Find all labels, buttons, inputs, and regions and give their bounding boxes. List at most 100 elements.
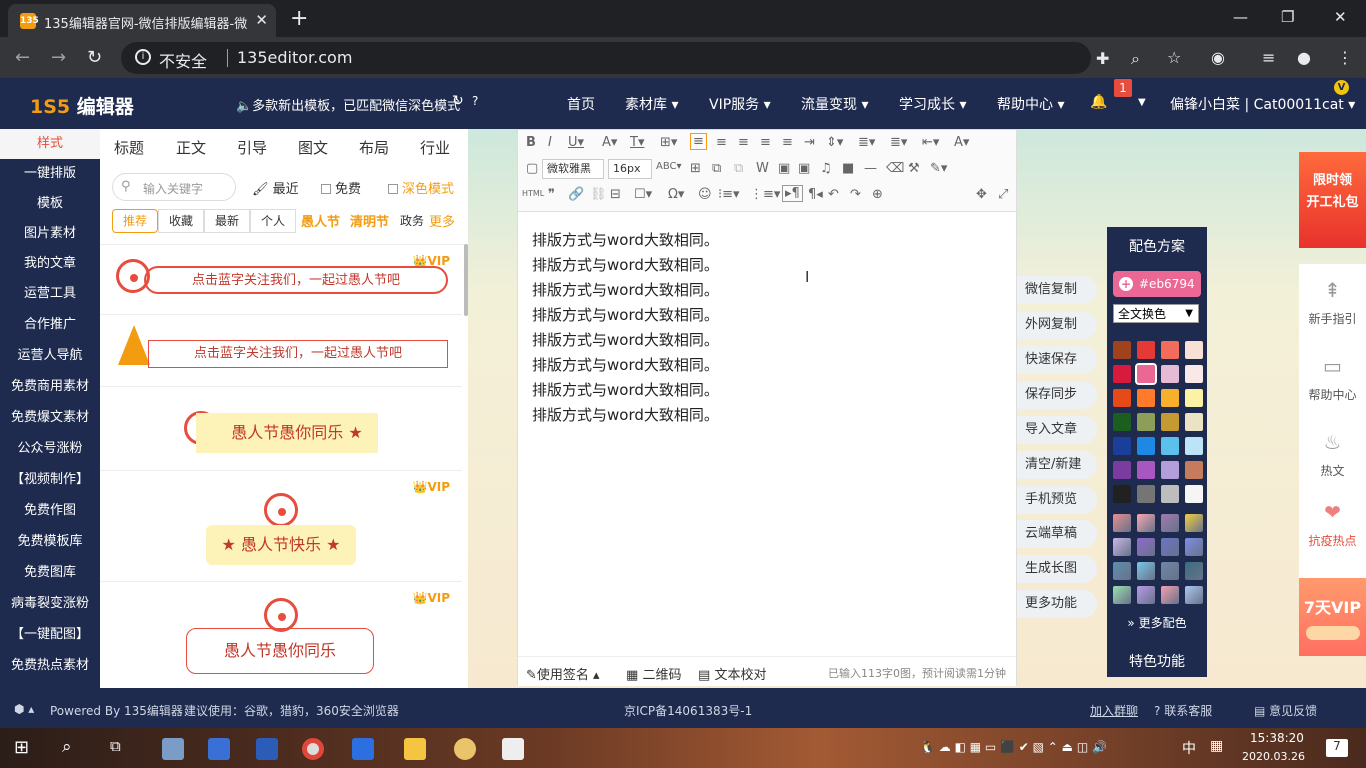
color-swatch[interactable] [1161,341,1179,359]
tab-image-text[interactable]: 图文 [298,137,328,158]
long-image-button[interactable]: 生成长图 [1017,555,1097,583]
content-line[interactable]: 排版方式与word大致相同。 [532,253,719,278]
nav-learning[interactable]: 学习成长 ▾ [899,94,966,114]
search-icon[interactable]: ⌕ [62,737,72,757]
control-panel-app-icon[interactable] [208,738,230,760]
gradient-swatch[interactable] [1161,538,1179,556]
close-window-button[interactable]: ✕ [1334,8,1347,26]
redo-icon[interactable]: ↷ [850,187,861,202]
notice-text[interactable]: 🔈多款新出模板，已匹配微信深色模式 [236,95,460,114]
align-left-icon[interactable]: ≡ [690,133,707,150]
quote-icon[interactable]: ❞ [548,187,555,202]
color-swatch[interactable] [1161,437,1179,455]
color-swatch[interactable] [1113,341,1131,359]
close-tab-icon[interactable]: ✕ [255,11,268,29]
content-line[interactable]: 排版方式与word大致相同。 [532,278,719,303]
italic-icon[interactable]: I [548,135,552,150]
link-icon[interactable]: 🔗 [568,187,584,202]
template-item[interactable]: 点击蓝字关注我们，一起过愚人节吧 [100,315,462,387]
content-line[interactable]: 排版方式与word大致相同。 [532,353,719,378]
tag-april-fools[interactable]: 愚人节 [301,211,340,230]
doc-icon[interactable]: ▢ [526,161,538,176]
gallery-icon[interactable]: ▣ [798,161,810,176]
sidebar-item-free-templates[interactable]: 免费模板库 [0,527,100,557]
nav-help[interactable]: 帮助中心 ▾ [997,94,1064,114]
recent-filter[interactable]: 🖌 最近 [252,178,299,197]
help-center-button[interactable]: ▭ 帮助中心 [1299,354,1366,403]
color-swatch[interactable] [1137,413,1155,431]
mobile-preview-button[interactable]: 手机预览 [1017,486,1097,514]
gradient-swatch[interactable] [1113,538,1131,556]
sidebar-item-images[interactable]: 图片素材 [0,219,100,249]
search-input[interactable]: ⚲ 输入关键字 [112,173,236,201]
join-group-link[interactable]: 加入群聊 [1090,702,1138,719]
underline-icon[interactable]: U▾ [568,135,584,150]
ime-indicator[interactable]: 中 [1182,738,1196,758]
gradient-swatch[interactable] [1113,514,1131,532]
fullscreen-icon[interactable]: ⤢ [998,187,1008,202]
gradient-swatch[interactable] [1161,562,1179,580]
color-swatch[interactable] [1113,485,1131,503]
tab-industry[interactable]: 行业 [420,137,450,158]
current-color[interactable]: + #eb6794 [1113,271,1201,297]
color-swatch[interactable] [1185,413,1203,431]
tray-icons[interactable]: 🐧 ☁ ◧ ▦ ▭ ⬛ ✔ ▧ ⌃ ⏏ ◫ 🔊 [920,740,1107,754]
chevron-down-icon[interactable]: ▼ [1138,97,1146,108]
more-colors-button[interactable]: » 更多配色 [1107,614,1207,631]
border-icon[interactable]: ⊞▾ [660,135,677,150]
strikethrough-icon[interactable]: ABC▾ [656,161,682,172]
windows-start-icon[interactable]: ⊞ [14,737,29,758]
sidebar-item-ops-nav[interactable]: 运营人导航 [0,341,100,371]
template-item[interactable]: 👑VIP 点击蓝字关注我们，一起过愚人节吧 [100,245,462,315]
forward-button[interactable]: → [51,47,66,68]
tag-more[interactable]: 更多 [429,211,455,230]
editor-content[interactable]: 排版方式与word大致相同。 排版方式与word大致相同。 排版方式与word大… [532,228,719,428]
video-icon[interactable]: ■ [842,161,854,176]
clock-time[interactable]: 15:38:20 [1250,731,1304,745]
sidebar-item-free-commercial[interactable]: 免费商用素材 [0,372,100,402]
color-swatch[interactable] [1185,485,1203,503]
paint-app-icon[interactable] [162,738,184,760]
sidebar-item-cooperation[interactable]: 合作推广 [0,310,100,340]
unlink-icon[interactable]: ⛓ [590,187,607,202]
more-features-button[interactable]: 更多功能 [1017,590,1097,618]
template-item[interactable]: 愚人节愚你同乐 ★ [100,387,462,471]
gradient-swatch[interactable] [1137,538,1155,556]
html-icon[interactable]: HTML [522,189,544,198]
sidebar-item-my-articles[interactable]: 我的文章 [0,249,100,279]
gradient-swatch[interactable] [1161,514,1179,532]
help-icon[interactable]: ? [472,94,478,108]
undo-icon[interactable]: ↶ [828,187,839,202]
color-swatch[interactable] [1113,389,1131,407]
sidebar-item-follower-growth[interactable]: 公众号涨粉 [0,434,100,464]
bold-icon[interactable]: B [526,135,536,150]
nav-materials[interactable]: 素材库 ▾ [625,94,678,114]
sidebar-item-hot-topics[interactable]: 免费热点素材 [0,651,100,681]
color-swatch[interactable] [1137,461,1155,479]
hot-articles-button[interactable]: ♨ 热文 [1299,430,1366,479]
extension-icon[interactable]: ✚ [1096,49,1109,68]
content-line[interactable]: 排版方式与word大致相同。 [532,228,719,253]
anchor-icon[interactable]: ⊟ [610,187,621,202]
customer-service-link[interactable]: ? 联系客服 [1154,702,1212,719]
font-size-icon[interactable]: A▾ [954,135,969,150]
clock-date[interactable]: 2020.03.26 [1242,750,1305,763]
unordered-list-icon[interactable]: ⋮≡▾ [750,187,780,202]
reload-button[interactable]: ↻ [87,47,102,68]
find-icon[interactable]: ⊕ [872,187,883,202]
ltr-icon[interactable]: ▸¶ [782,185,803,202]
color-swatch[interactable] [1113,461,1131,479]
tab-body[interactable]: 正文 [176,137,206,158]
content-line[interactable]: 排版方式与word大致相同。 [532,378,719,403]
proofread-button[interactable]: ▤ 文本校对 [698,664,766,683]
color-swatch[interactable] [1137,341,1155,359]
align-right-icon[interactable]: ≡ [738,135,749,150]
gradient-swatch[interactable] [1185,562,1203,580]
tab-title-style[interactable]: 标题 [114,137,144,158]
justify-icon[interactable]: ≡ [782,135,793,150]
cloud-draft-button[interactable]: 云端草稿 [1017,520,1097,548]
tab-layout[interactable]: 布局 [359,137,389,158]
sidebar-item-free-viral[interactable]: 免费爆文素材 [0,403,100,433]
format-painter-icon[interactable]: ⚒ [908,161,920,176]
zoom-icon[interactable]: ⌕ [1131,49,1140,69]
